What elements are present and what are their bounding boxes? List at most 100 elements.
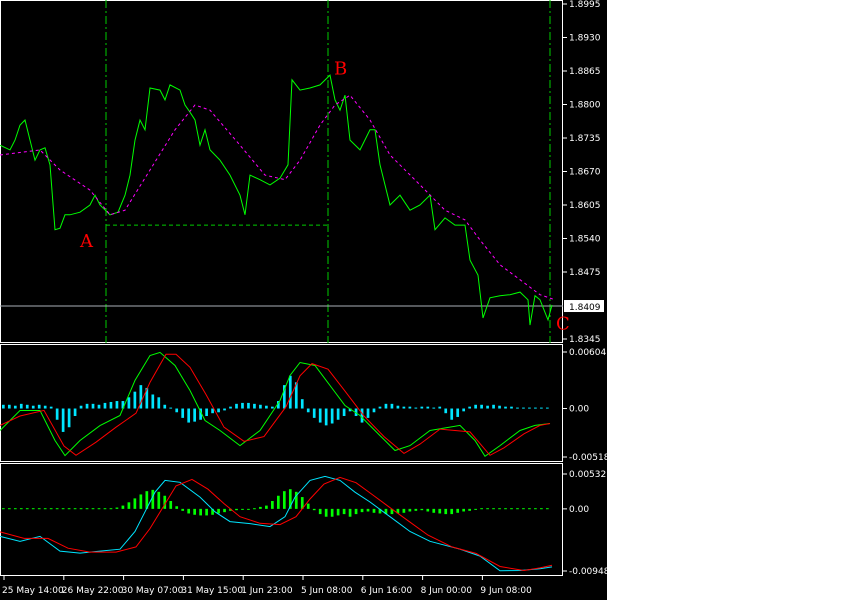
trading-chart: 1.8995 1.8930 1.8865 1.8800 1.8735 1.8670 1.86…: [0, 0, 610, 600]
histogram-bar: [522, 407, 525, 409]
histogram-bar: [444, 508, 448, 515]
histogram-bar: [79, 405, 83, 409]
histogram-bar: [402, 406, 406, 409]
histogram-bar: [450, 408, 454, 420]
y-tick-label: 1.8930: [569, 34, 601, 44]
histogram-bar: [516, 407, 519, 409]
histogram-bar: [67, 408, 71, 428]
histogram-bar: [420, 508, 424, 511]
histogram-bar: [49, 406, 53, 409]
histogram-bar: [456, 508, 460, 513]
histogram-bar: [438, 508, 442, 514]
histogram-bar: [181, 508, 185, 511]
y-tick-label: 0.00: [569, 405, 589, 415]
histogram-bar: [73, 508, 77, 510]
histogram-bar: [259, 404, 262, 409]
y-tick-label: 1.8735: [569, 134, 601, 144]
histogram-bar: [121, 505, 125, 509]
histogram-bar: [61, 408, 65, 432]
histogram-bar: [534, 407, 537, 409]
histogram-bar: [324, 408, 328, 426]
y-tick-label: 1.8345: [569, 335, 601, 345]
histogram-bar: [133, 498, 137, 509]
histogram-bar: [426, 406, 430, 409]
histogram-bar: [247, 402, 250, 409]
histogram-bar: [157, 491, 161, 509]
histogram-bar: [336, 408, 340, 420]
histogram-bar: [199, 508, 202, 516]
histogram-bar: [534, 508, 537, 510]
histogram-bar: [277, 495, 280, 509]
annotation-label-a: A: [79, 231, 94, 252]
x-tick-label: 31 May 15:00: [181, 586, 243, 596]
y-tick-label: 1.8605: [569, 201, 601, 211]
histogram-bar: [408, 406, 412, 409]
histogram-bar: [103, 508, 107, 510]
y-tick-label: 1.8670: [569, 168, 601, 178]
histogram-bar: [546, 407, 549, 409]
histogram-bar: [498, 508, 501, 510]
histogram-bar: [504, 508, 507, 510]
y-tick-label: -0.00518: [569, 453, 610, 463]
histogram-bar: [205, 408, 208, 417]
histogram-bar: [31, 508, 35, 510]
histogram-bar: [432, 407, 436, 409]
histogram-bar: [360, 408, 364, 423]
y-tick-label: 0.00: [569, 505, 589, 515]
x-tick-label: 25 May 14:00: [2, 586, 64, 596]
histogram-bar: [498, 405, 501, 409]
histogram-bar: [420, 406, 424, 409]
histogram-bar: [55, 508, 59, 510]
histogram-bar: [306, 503, 310, 509]
histogram-bar: [312, 508, 316, 511]
x-tick-label: 5 Jun 08:00: [301, 586, 353, 596]
histogram-bar: [241, 402, 244, 409]
histogram-bar: [282, 491, 286, 509]
y-tick-label: 0.00604: [569, 348, 606, 358]
histogram-bar: [318, 408, 322, 423]
histogram-bar: [7, 508, 11, 510]
histogram-bar: [223, 408, 226, 411]
histogram-bar: [103, 402, 107, 409]
histogram-bar: [510, 406, 513, 409]
histogram-bar: [408, 508, 412, 512]
histogram-bar: [2, 404, 5, 409]
histogram-bar: [217, 408, 220, 413]
histogram-bar: [528, 508, 531, 510]
histogram-bar: [67, 508, 71, 510]
histogram-bar: [61, 508, 65, 510]
histogram-bar: [19, 508, 23, 510]
histogram-bar: [73, 408, 77, 417]
histogram-bar: [253, 508, 256, 510]
histogram-bar: [342, 408, 346, 417]
histogram-bar: [456, 408, 460, 417]
chart-background: [0, 0, 607, 600]
histogram-bar: [540, 508, 543, 510]
histogram-bar: [253, 403, 256, 409]
histogram-bar: [151, 394, 155, 409]
histogram-bar: [414, 407, 418, 409]
histogram-bar: [43, 508, 47, 510]
histogram-bar: [265, 405, 268, 409]
histogram-bar: [205, 508, 208, 516]
histogram-bar: [49, 508, 53, 510]
histogram-bar: [2, 508, 5, 510]
y-tick-label: 1.8800: [569, 101, 601, 111]
histogram-bar: [13, 508, 17, 510]
histogram-bar: [235, 508, 238, 511]
histogram-bar: [79, 508, 83, 510]
histogram-bar: [480, 508, 483, 510]
histogram-bar: [91, 508, 95, 510]
histogram-bar: [193, 408, 196, 422]
x-tick-label: 26 May 22:00: [62, 586, 124, 596]
histogram-bar: [438, 406, 442, 409]
x-tick-label: 8 Jun 00:00: [421, 586, 473, 596]
histogram-bar: [139, 494, 143, 509]
histogram-bar: [157, 397, 161, 409]
histogram-bar: [181, 408, 185, 418]
histogram-bar: [486, 405, 489, 409]
histogram-bar: [229, 406, 232, 409]
histogram-bar: [360, 508, 364, 513]
histogram-bar: [480, 404, 483, 409]
histogram-bar: [85, 508, 89, 510]
